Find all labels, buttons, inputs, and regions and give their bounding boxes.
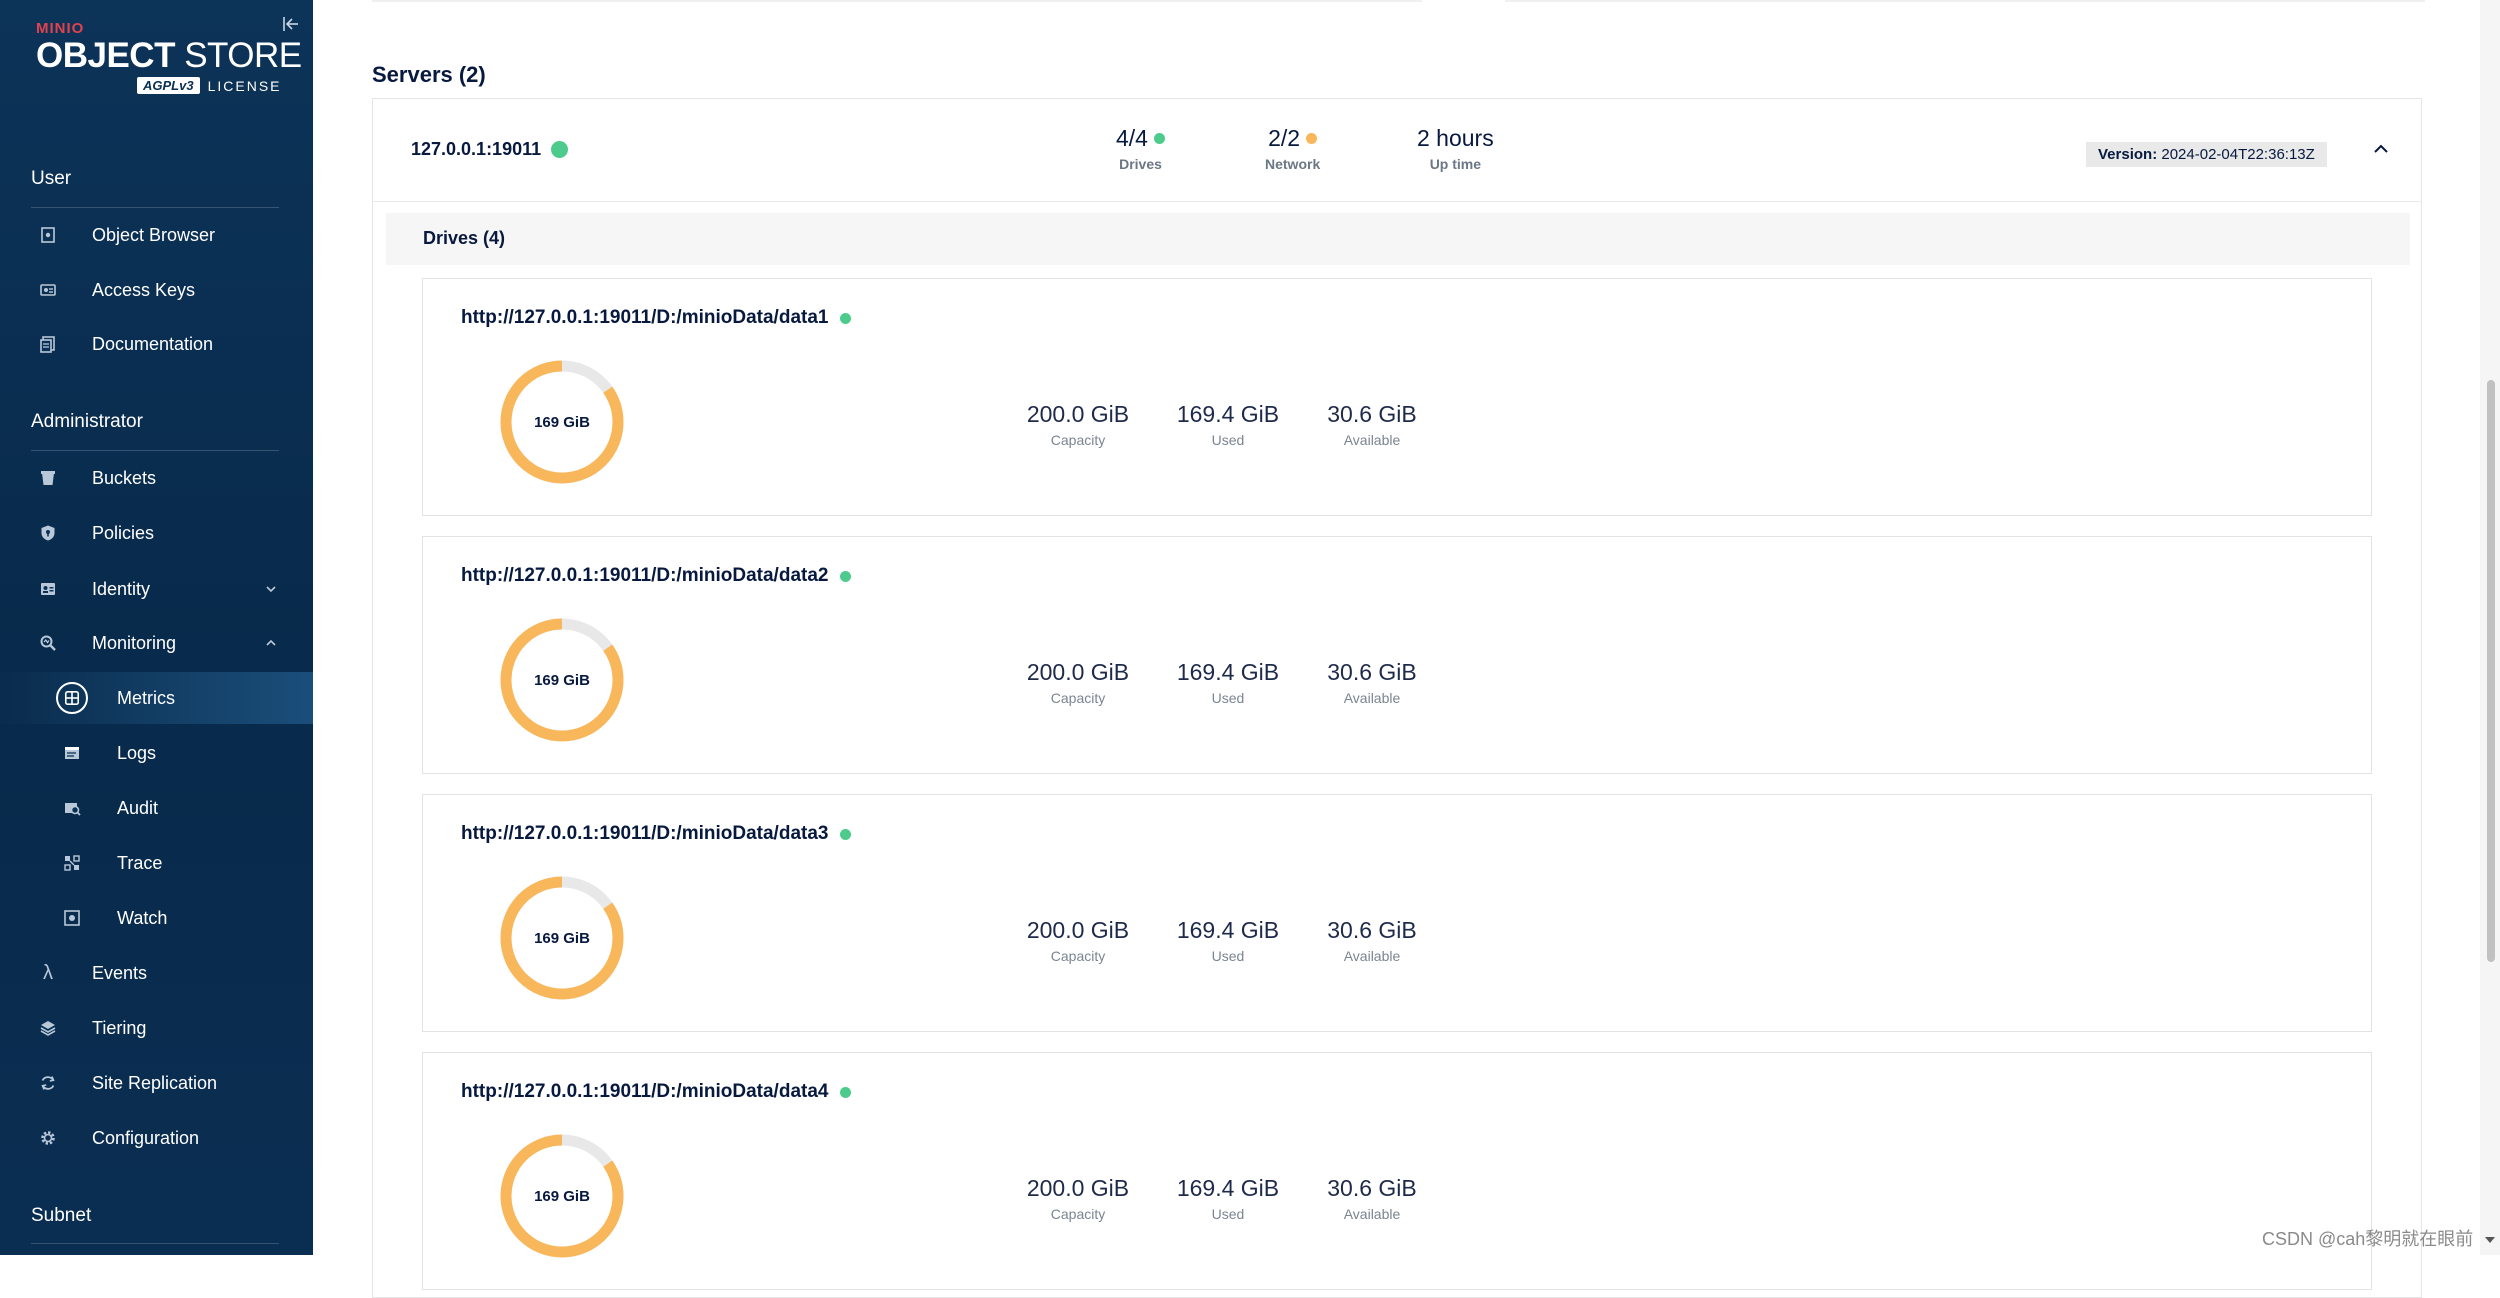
drive-card: http://127.0.0.1:19011/D:/minioData/data…	[422, 278, 2372, 516]
drive-card: http://127.0.0.1:19011/D:/minioData/data…	[422, 536, 2372, 774]
section-divider	[31, 450, 279, 451]
server-header[interactable]: 127.0.0.1:19011 4/4 Drives 2/2 Network 2…	[373, 99, 2421, 202]
drive-usage-label: 169 GiB	[534, 929, 590, 947]
chevron-down-icon[interactable]	[264, 582, 278, 596]
drive-card: http://127.0.0.1:19011/D:/minioData/data…	[422, 1052, 2372, 1290]
drive-url: http://127.0.0.1:19011/D:/minioData/data…	[461, 1081, 852, 1103]
previous-card-edge	[372, 0, 1422, 2]
network-status-dot	[1306, 133, 1318, 144]
drive-available: 30.6 GiB Available	[1327, 401, 1417, 448]
buckets-icon	[41, 471, 55, 485]
drives-status-dot	[1153, 133, 1165, 144]
drive-card: http://127.0.0.1:19011/D:/minioData/data…	[422, 794, 2372, 1032]
server-name: 127.0.0.1:19011	[411, 139, 569, 160]
drive-status-dot	[840, 1086, 852, 1098]
policies-icon	[41, 525, 55, 541]
drive-url: http://127.0.0.1:19011/D:/minioData/data…	[461, 565, 852, 587]
drives-stat: 4/4 Drives	[1116, 125, 1165, 172]
drive-available: 30.6 GiB Available	[1327, 1175, 1417, 1222]
sidebar-item-site-replication[interactable]: Site Replication	[0, 1057, 313, 1109]
servers-title: Servers (2)	[372, 62, 486, 87]
sidebar-item-logs[interactable]: Logs	[0, 727, 313, 779]
drive-capacity: 200.0 GiB Capacity	[1026, 917, 1130, 964]
drive-available: 30.6 GiB Available	[1327, 659, 1417, 706]
sidebar-item-watch[interactable]: Watch	[0, 892, 313, 944]
sidebar-item-documentation[interactable]: Documentation	[0, 318, 313, 370]
section-divider	[31, 1243, 279, 1244]
drive-available: 30.6 GiB Available	[1327, 917, 1417, 964]
drive-usage-label: 169 GiB	[534, 413, 590, 431]
logo-brand: MINIO	[36, 20, 85, 37]
scrollbar-thumb[interactable]	[2487, 380, 2495, 962]
server-card: 127.0.0.1:19011 4/4 Drives 2/2 Network 2…	[372, 98, 2422, 1298]
drive-used: 169.4 GiB Used	[1176, 917, 1280, 964]
sidebar-item-buckets[interactable]: Buckets	[0, 452, 313, 504]
drive-capacity: 200.0 GiB Capacity	[1026, 1175, 1130, 1222]
agpl-badge: AGPLv3	[137, 77, 200, 94]
scroll-down-icon[interactable]	[2483, 1234, 2497, 1246]
monitoring-icon	[40, 635, 56, 651]
sidebar-item-object-browser[interactable]: Object Browser	[0, 209, 313, 261]
drive-url: http://127.0.0.1:19011/D:/minioData/data…	[461, 823, 852, 845]
trace-icon	[64, 855, 80, 871]
uptime-stat: 2 hours Up time	[1417, 125, 1494, 172]
section-user: User	[31, 168, 72, 189]
drive-used: 169.4 GiB Used	[1176, 659, 1280, 706]
logo-title: OBJECT STORE	[36, 36, 302, 75]
site-replication-icon	[41, 1076, 55, 1090]
documentation-icon	[40, 336, 55, 353]
lambda-icon: λ	[43, 961, 53, 984]
network-stat: 2/2 Network	[1265, 125, 1321, 172]
metrics-icon	[56, 682, 88, 714]
section-subnet: Subnet	[31, 1205, 92, 1226]
server-status-dot	[551, 141, 569, 158]
watermark: CSDN @cah黎明就在眼前	[2262, 1229, 2474, 1249]
sidebar-item-configuration[interactable]: Configuration	[0, 1112, 313, 1164]
drive-status-dot	[840, 570, 852, 582]
audit-icon	[65, 803, 81, 816]
sidebar-item-tiering[interactable]: Tiering	[0, 1002, 313, 1054]
sidebar-item-trace[interactable]: Trace	[0, 837, 313, 889]
sidebar-item-metrics[interactable]: Metrics	[0, 672, 313, 724]
section-divider	[31, 207, 279, 208]
sidebar-item-audit[interactable]: Audit	[0, 782, 313, 834]
logs-icon	[65, 747, 79, 759]
chevron-up-icon[interactable]	[264, 636, 278, 650]
drive-status-dot	[840, 312, 852, 324]
sidebar-item-identity[interactable]: Identity	[0, 563, 313, 615]
drive-url: http://127.0.0.1:19011/D:/minioData/data…	[461, 307, 852, 329]
minio-logo[interactable]: MINIO OBJECT STORE AGPLv3 LICENSE	[36, 20, 302, 94]
drive-capacity: 200.0 GiB Capacity	[1026, 401, 1130, 448]
drive-capacity: 200.0 GiB Capacity	[1026, 659, 1130, 706]
previous-card-edge	[1505, 0, 2425, 2]
sidebar-item-policies[interactable]: Policies	[0, 507, 313, 559]
drive-usage-label: 169 GiB	[534, 671, 590, 689]
collapse-server-icon[interactable]	[2372, 140, 2390, 158]
watch-icon	[64, 910, 80, 926]
section-administrator: Administrator	[31, 411, 143, 432]
sidebar-item-monitoring[interactable]: Monitoring	[0, 617, 313, 669]
drive-status-dot	[840, 828, 852, 840]
sidebar: MINIO OBJECT STORE AGPLv3 LICENSE User O…	[0, 0, 313, 1255]
drive-used: 169.4 GiB Used	[1176, 401, 1280, 448]
access-keys-icon	[40, 284, 56, 296]
logo-license: AGPLv3 LICENSE	[137, 77, 302, 94]
gear-icon	[41, 1131, 55, 1145]
drives-section-header: Drives (4)	[386, 213, 2410, 265]
version-badge: Version: 2024-02-04T22:36:13Z	[2086, 142, 2327, 167]
sidebar-item-events[interactable]: λ Events	[0, 947, 313, 999]
drive-used: 169.4 GiB Used	[1176, 1175, 1280, 1222]
tiering-icon	[40, 1021, 56, 1036]
object-browser-icon	[41, 227, 55, 243]
identity-icon	[41, 583, 55, 595]
sidebar-item-access-keys[interactable]: Access Keys	[0, 264, 313, 316]
drive-usage-label: 169 GiB	[534, 1187, 590, 1205]
